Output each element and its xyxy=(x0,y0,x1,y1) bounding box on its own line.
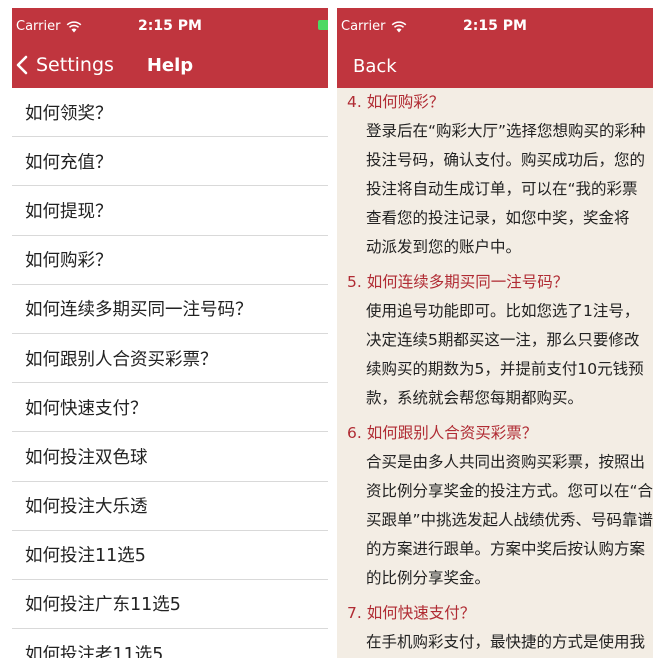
list-item[interactable]: 如何投注11选5 xyxy=(12,531,328,580)
list-item[interactable]: 如何投注老11选5 xyxy=(12,629,328,658)
list-item[interactable]: 如何投注双色球 xyxy=(12,432,328,482)
list-item[interactable]: 如何充值？ xyxy=(12,137,328,187)
answer-text: 在手机购彩支付，最快捷的方式是使用我 xyxy=(366,633,646,651)
back-button[interactable]: Back xyxy=(353,56,397,77)
nav-bar: Settings Help xyxy=(12,44,328,88)
list-item[interactable]: 如何提现？ xyxy=(12,186,328,236)
page-title: Help xyxy=(146,55,194,76)
question-heading: 4. 如何购彩？ xyxy=(347,93,445,111)
list-item[interactable]: 如何投注大乐透 xyxy=(12,482,328,531)
answer-text: 使用追号功能即可。比如您选了1注号， 决定连续5期都买这一注，那么只要修改 续购… xyxy=(366,302,644,407)
help-content: 4. 如何购彩？ 登录后在“购彩大厅”选择您想购买的彩种 投注号码，确认支付。购… xyxy=(337,88,653,657)
help-detail-screen: Carrier 2:15 PM Back 4. 如何购彩？ 登录后在“购彩大厅”… xyxy=(337,8,653,658)
question-heading: 6. 如何跟别人合资买彩票？ xyxy=(347,424,538,442)
nav-bar: Back xyxy=(337,44,653,88)
answer-text: 合买是由多人共同出资购买彩票，按照出 资比例分享奖金的投注方式。您可以在“合 买… xyxy=(366,453,653,587)
status-bar: Carrier 2:15 PM xyxy=(337,8,653,44)
battery-icon xyxy=(318,20,328,30)
list-item[interactable]: 如何投注广东11选5 xyxy=(12,580,328,630)
list-item[interactable]: 如何领奖？ xyxy=(12,88,328,138)
status-time: 2:15 PM xyxy=(463,18,527,34)
list-item[interactable]: 如何跟别人合资买彩票？ xyxy=(12,334,328,384)
question-heading: 7. 如何快速支付？ xyxy=(347,604,476,622)
status-time: 2:15 PM xyxy=(138,18,202,34)
question-heading: 5. 如何连续多期买同一注号码？ xyxy=(347,273,569,291)
list-item[interactable]: 如何连续多期买同一注号码？ xyxy=(12,285,328,334)
status-bar: Carrier 2:15 PM xyxy=(12,8,328,44)
help-list-screen: Carrier 2:15 PM Settings Help 如何领奖？ 如何充值… xyxy=(12,8,328,658)
help-topic-list: 如何领奖？ 如何充值？ 如何提现？ 如何购彩？ 如何连续多期买同一注号码？ 如何… xyxy=(12,88,328,658)
list-item[interactable]: 如何快速支付？ xyxy=(12,383,328,433)
list-item[interactable]: 如何购彩？ xyxy=(12,236,328,285)
answer-text: 登录后在“购彩大厅”选择您想购买的彩种 投注号码，确认支付。购买成功后，您的 投… xyxy=(366,122,646,256)
